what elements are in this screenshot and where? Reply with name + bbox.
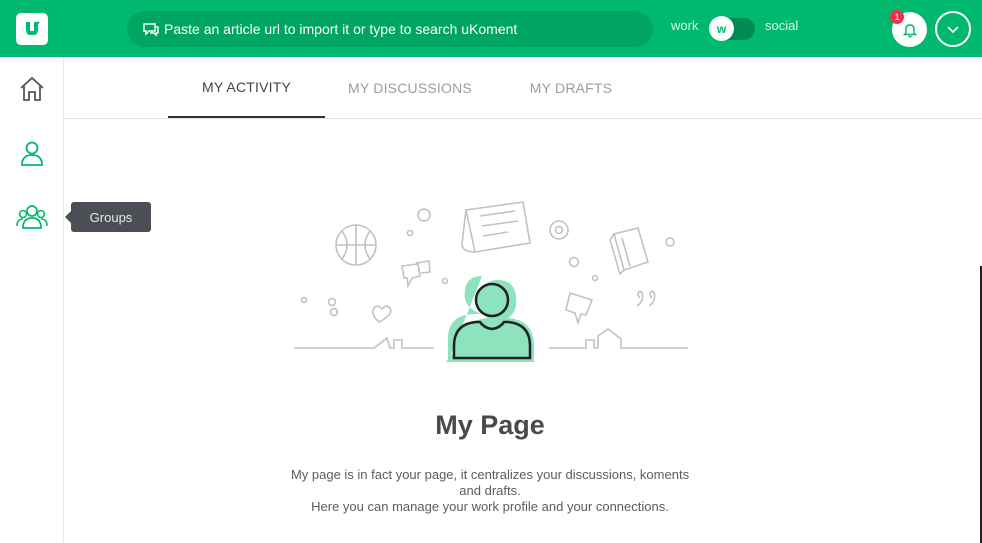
description-line: and drafts. bbox=[459, 483, 521, 498]
mode-work-label[interactable]: work bbox=[671, 18, 698, 33]
chevron-down-icon bbox=[947, 26, 959, 34]
bell-icon bbox=[902, 23, 917, 37]
search-input[interactable] bbox=[164, 21, 644, 37]
sidebar-item-home[interactable] bbox=[16, 73, 48, 105]
description-line: My page is in fact your page, it central… bbox=[290, 467, 690, 482]
comment-icon bbox=[143, 23, 159, 37]
sidebar-item-groups[interactable] bbox=[16, 201, 48, 233]
ukoment-logo[interactable] bbox=[16, 13, 48, 45]
sidebar-item-profile[interactable] bbox=[16, 137, 48, 169]
tab-bar: MY ACTIVITY MY DISCUSSIONS MY DRAFTS bbox=[64, 57, 982, 119]
tab-my-drafts[interactable]: MY DRAFTS bbox=[522, 57, 620, 118]
notification-badge: 1 bbox=[890, 10, 904, 24]
groups-tooltip: Groups bbox=[65, 202, 151, 232]
mode-social-label[interactable]: social bbox=[765, 18, 798, 33]
user-menu-button[interactable] bbox=[935, 11, 971, 47]
search-bar[interactable] bbox=[127, 11, 653, 47]
my-page-illustration bbox=[294, 201, 688, 362]
top-bar: work w social 1 bbox=[0, 0, 982, 57]
notifications-button[interactable]: 1 bbox=[890, 10, 927, 47]
tab-my-activity[interactable]: MY ACTIVITY bbox=[168, 57, 325, 118]
work-social-toggle[interactable]: w bbox=[709, 16, 755, 41]
sidebar bbox=[0, 57, 64, 543]
page-title: My Page bbox=[435, 410, 545, 440]
description-line: Here you can manage your work profile an… bbox=[311, 499, 669, 514]
toggle-knob: w bbox=[709, 16, 734, 41]
user-icon bbox=[21, 141, 43, 166]
groups-icon bbox=[16, 205, 48, 229]
home-icon bbox=[20, 76, 44, 101]
page-description: My page is in fact your page, it central… bbox=[285, 467, 695, 515]
tab-my-discussions[interactable]: MY DISCUSSIONS bbox=[341, 57, 479, 118]
